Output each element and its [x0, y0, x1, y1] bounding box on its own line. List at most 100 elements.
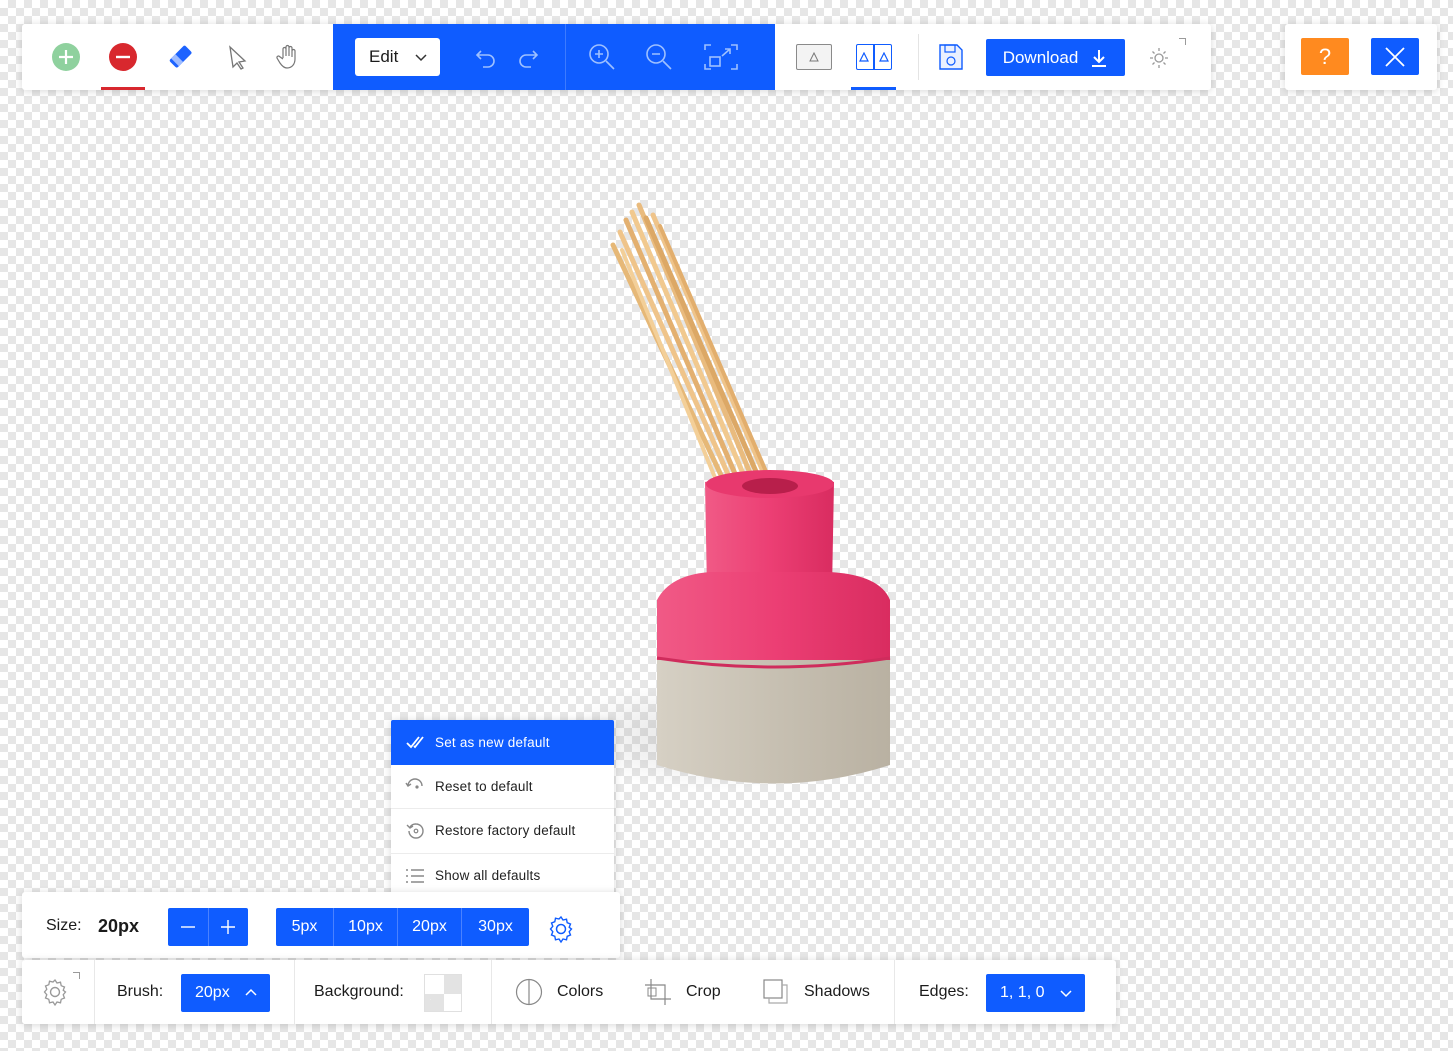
size-preset-10px[interactable]: 10px — [333, 908, 397, 946]
bottom-settings-button[interactable] — [40, 960, 70, 1024]
eraser-tool[interactable] — [159, 24, 203, 90]
crop-button[interactable]: Crop — [644, 960, 721, 1024]
brush-size-bar: Size: 20px 5px 10px 20px 30px — [22, 892, 620, 958]
minus-icon — [180, 926, 195, 928]
size-preset-30px[interactable]: 30px — [461, 908, 529, 946]
menu-item-label: Show all defaults — [435, 868, 541, 884]
increase-size-button[interactable] — [207, 908, 249, 946]
size-value: 20px — [98, 916, 140, 936]
save-button[interactable] — [929, 24, 973, 90]
product-image — [560, 190, 920, 810]
size-presets: 5px 10px 20px 30px — [276, 908, 529, 946]
menu-item-label: Reset to default — [435, 778, 533, 794]
chevron-down-icon — [415, 54, 427, 62]
save-icon — [939, 44, 963, 70]
pointer-icon — [229, 45, 247, 70]
triangle-icon — [809, 52, 819, 62]
restore-icon — [405, 821, 425, 841]
corner-indicator — [1179, 38, 1186, 45]
background-label: Background: — [314, 983, 404, 1000]
divider — [918, 34, 919, 80]
shadows-button[interactable]: Shadows — [762, 960, 870, 1024]
reset-icon — [405, 776, 425, 796]
size-stepper — [168, 908, 248, 946]
selection-pointer-tool[interactable] — [216, 24, 260, 90]
colors-label: Colors — [557, 983, 604, 1000]
chevron-down-icon — [1060, 990, 1072, 998]
hand-icon — [276, 44, 296, 69]
colors-button[interactable]: Colors — [515, 960, 603, 1024]
settings-button[interactable] — [1139, 24, 1183, 90]
divider — [565, 24, 566, 90]
active-view-indicator — [851, 87, 896, 90]
contrast-icon — [515, 978, 543, 1006]
crop-label: Crop — [686, 983, 721, 1000]
eraser-icon — [169, 45, 192, 68]
edit-tools-group: Edit — [333, 24, 775, 90]
menu-item-label: Set as new default — [435, 734, 550, 750]
size-label: Size: — [46, 917, 82, 934]
list-icon — [405, 866, 425, 886]
triangle-icon — [878, 52, 889, 62]
defaults-context-menu: Set as new default Reset to default Rest… — [391, 720, 614, 898]
edit-mode-label: Edit — [369, 47, 399, 66]
divider — [294, 960, 295, 1024]
single-view-button[interactable] — [796, 44, 832, 70]
zoom-in-icon — [589, 44, 615, 70]
download-button[interactable]: Download — [986, 39, 1125, 76]
zoom-out-button[interactable] — [637, 24, 681, 90]
plus-circle-icon — [52, 43, 80, 71]
gear-icon — [549, 915, 573, 944]
check-icon — [405, 732, 425, 752]
edges-select[interactable]: 1, 1, 0 — [986, 974, 1085, 1012]
brush-size-select[interactable]: 20px — [181, 974, 270, 1012]
edges-label: Edges: — [919, 983, 969, 1000]
menu-item-label: Restore factory default — [435, 823, 576, 839]
decrease-size-button[interactable] — [168, 908, 208, 946]
shadows-label: Shadows — [804, 983, 870, 1000]
download-icon — [1092, 49, 1107, 67]
zoom-out-icon — [646, 44, 672, 70]
divider — [94, 960, 95, 1024]
fit-to-screen-button[interactable] — [699, 24, 743, 90]
chevron-up-icon — [245, 988, 257, 996]
edges-value: 1, 1, 0 — [1000, 984, 1045, 1001]
window-controls: ? — [1285, 24, 1437, 90]
size-settings-button[interactable] — [546, 914, 576, 944]
undo-icon — [475, 50, 495, 68]
redo-icon — [519, 50, 539, 68]
remove-tool[interactable] — [101, 24, 145, 90]
brush-label: Brush: — [117, 983, 164, 1000]
add-keep-tool[interactable] — [44, 24, 88, 90]
triangle-icon — [859, 52, 870, 62]
redo-button[interactable] — [506, 24, 550, 90]
minus-circle-icon — [109, 43, 137, 71]
help-button[interactable]: ? — [1301, 38, 1349, 75]
split-view-button[interactable] — [856, 44, 892, 70]
close-icon — [1385, 46, 1405, 67]
size-preset-5px[interactable]: 5px — [276, 908, 333, 946]
zoom-in-button[interactable] — [580, 24, 624, 90]
crop-icon — [645, 979, 671, 1005]
gear-icon — [43, 978, 67, 1007]
menu-item-reset-to-default[interactable]: Reset to default — [391, 765, 614, 809]
fit-screen-icon — [704, 44, 738, 70]
bottom-toolbar: Brush: 20px Background: Colors Crop Shad… — [22, 960, 1116, 1024]
background-swatch[interactable] — [424, 974, 462, 1012]
size-preset-20px[interactable]: 20px — [397, 908, 461, 946]
corner-indicator — [73, 972, 80, 979]
shadow-icon — [763, 979, 788, 1004]
help-label: ? — [1318, 43, 1332, 69]
divider — [491, 960, 492, 1024]
plus-icon — [221, 920, 236, 934]
close-button[interactable] — [1371, 38, 1419, 75]
top-toolbar: Edit Download — [22, 24, 1211, 90]
pan-hand-tool[interactable] — [266, 24, 310, 90]
divider — [894, 960, 895, 1024]
download-label: Download — [1002, 47, 1079, 67]
menu-item-set-as-new-default[interactable]: Set as new default — [391, 720, 614, 765]
undo-button[interactable] — [464, 24, 508, 90]
split-divider — [873, 45, 875, 69]
edit-mode-select[interactable]: Edit — [355, 38, 440, 76]
menu-item-restore-factory-default[interactable]: Restore factory default — [391, 809, 614, 854]
